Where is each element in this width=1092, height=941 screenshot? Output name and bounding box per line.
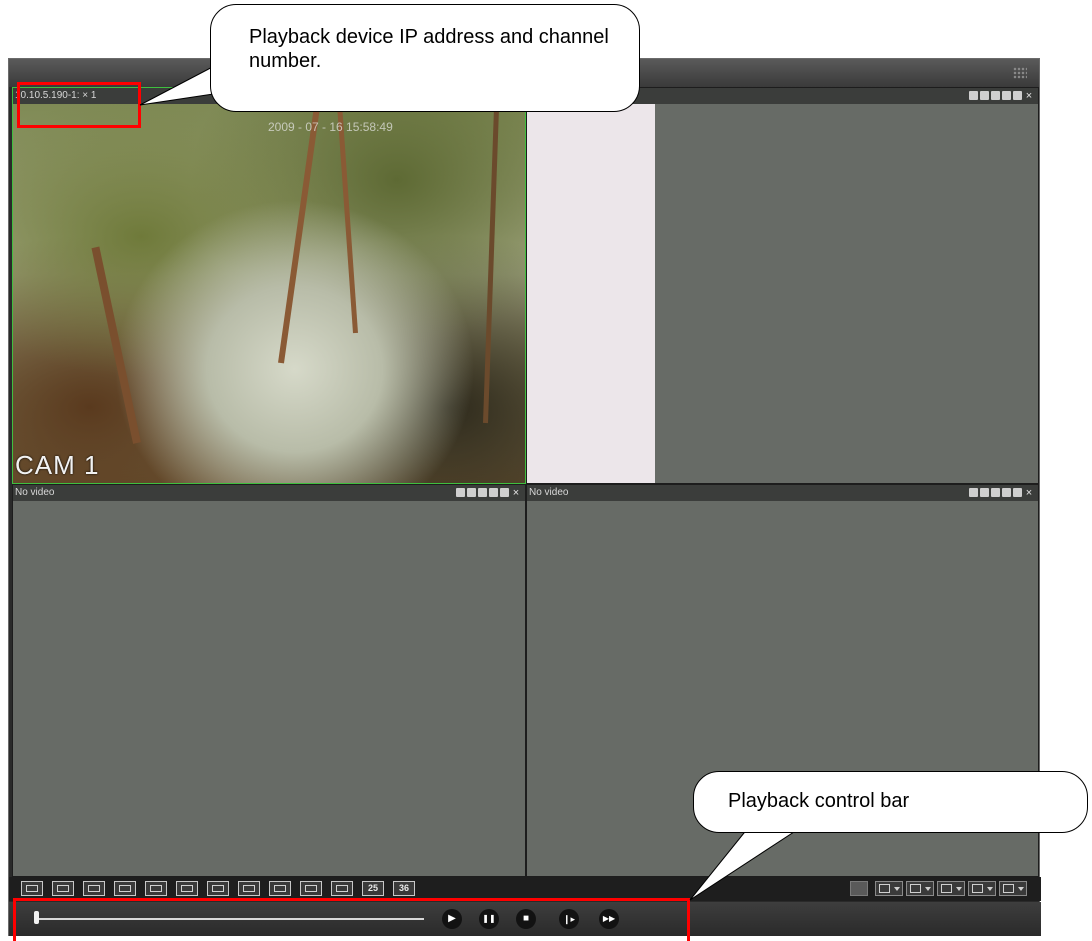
control-bar-callout-text: Playback control bar bbox=[728, 790, 910, 812]
device-ip-callout: Playback device IP address and channel n… bbox=[210, 4, 640, 112]
control-bar-callout: Playback control bar bbox=[693, 771, 1088, 833]
device-ip-callout-text: Playback device IP address and channel n… bbox=[249, 26, 609, 72]
